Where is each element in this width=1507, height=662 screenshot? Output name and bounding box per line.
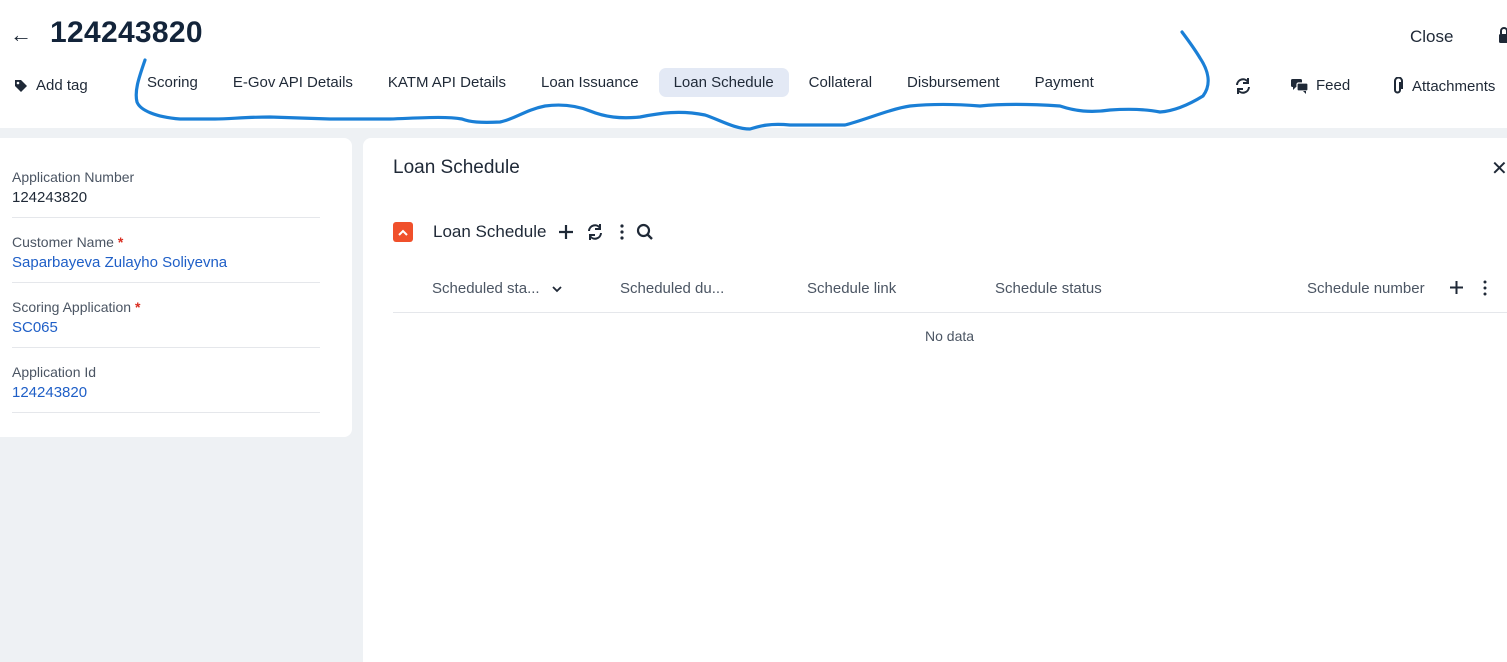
more-vertical-icon[interactable] xyxy=(1483,280,1487,301)
feed-icon xyxy=(1291,78,1309,94)
add-tag-label: Add tag xyxy=(36,77,88,94)
customer-name-link[interactable]: Saparbayeva Zulayho Soliyevna xyxy=(12,254,320,271)
top-bar: ← 124243820 Close Add tag Scoring E-Gov … xyxy=(0,0,1507,128)
refresh-icon xyxy=(1236,78,1250,94)
refresh-icon[interactable] xyxy=(586,223,604,241)
loan-schedule-panel: Loan Schedule ✕ Loan Schedule Scheduled … xyxy=(363,138,1507,662)
close-icon[interactable]: ✕ xyxy=(1491,156,1507,181)
application-id-link[interactable]: 124243820 xyxy=(12,384,320,401)
required-mark: * xyxy=(117,234,124,250)
field-application-number: Application Number 124243820 xyxy=(12,169,320,218)
column-header-label: Scheduled sta... xyxy=(432,280,540,297)
plus-icon[interactable] xyxy=(558,224,574,240)
label-text: Customer Name xyxy=(12,234,114,250)
required-mark: * xyxy=(134,299,141,315)
column-header[interactable]: Schedule link xyxy=(807,280,896,297)
field-label: Scoring Application * xyxy=(12,299,320,315)
tab-e-gov-api-details[interactable]: E-Gov API Details xyxy=(218,68,368,97)
attachments-label: Attachments xyxy=(1412,77,1496,95)
feed-button[interactable]: Feed xyxy=(1291,77,1350,94)
tag-icon xyxy=(15,79,27,92)
back-arrow-icon[interactable]: ← xyxy=(10,22,32,48)
close-button[interactable]: Close xyxy=(1410,27,1453,47)
field-label: Application Number xyxy=(12,169,135,185)
paperclip-icon xyxy=(1394,77,1403,94)
plus-icon[interactable] xyxy=(1449,280,1464,300)
add-tag-button[interactable]: Add tag xyxy=(14,77,88,94)
section-header: Loan Schedule xyxy=(393,222,654,242)
refresh-button[interactable] xyxy=(1234,77,1252,95)
label-text: Scoring Application xyxy=(12,299,132,315)
tab-scoring[interactable]: Scoring xyxy=(132,68,213,97)
field-label: Application Id xyxy=(12,364,97,380)
column-header[interactable]: Scheduled du... xyxy=(620,280,724,297)
tab-disbursement[interactable]: Disbursement xyxy=(892,68,1015,97)
field-customer-name: Customer Name * Saparbayeva Zulayho Soli… xyxy=(12,234,320,283)
column-header[interactable]: Schedule number xyxy=(1307,280,1425,297)
search-icon[interactable] xyxy=(636,223,654,241)
column-header[interactable]: Scheduled sta... xyxy=(432,280,562,297)
field-scoring-application: Scoring Application * SC065 xyxy=(12,299,320,348)
attachments-button[interactable]: Attachments xyxy=(1391,77,1495,95)
tab-loan-issuance[interactable]: Loan Issuance xyxy=(526,68,654,97)
table-header: Scheduled sta... Scheduled du... Schedul… xyxy=(393,274,1507,313)
tab-katm-api-details[interactable]: KATM API Details xyxy=(373,68,521,97)
application-details-card: Application Number 124243820 Customer Na… xyxy=(0,138,352,437)
tab-collateral[interactable]: Collateral xyxy=(794,68,887,97)
field-application-id: Application Id 124243820 xyxy=(12,364,320,413)
section-title: Loan Schedule xyxy=(433,222,547,241)
page-title: 124243820 xyxy=(50,16,203,49)
empty-state-text: No data xyxy=(925,328,975,344)
field-value: 124243820 xyxy=(12,189,88,206)
field-label: Customer Name * xyxy=(12,234,320,250)
tab-payment[interactable]: Payment xyxy=(1020,68,1109,97)
scoring-application-link[interactable]: SC065 xyxy=(12,319,320,336)
lock-icon[interactable] xyxy=(1498,26,1507,44)
column-header[interactable]: Schedule status xyxy=(995,280,1102,297)
tab-bar: Scoring E-Gov API Details KATM API Detai… xyxy=(132,66,1114,98)
chevron-down-icon[interactable] xyxy=(552,286,562,293)
panel-title: Loan Schedule xyxy=(393,157,520,178)
chevron-up-icon[interactable] xyxy=(393,222,413,242)
more-vertical-icon[interactable] xyxy=(620,224,625,240)
feed-label: Feed xyxy=(1316,77,1351,94)
tab-loan-schedule[interactable]: Loan Schedule xyxy=(658,67,789,97)
